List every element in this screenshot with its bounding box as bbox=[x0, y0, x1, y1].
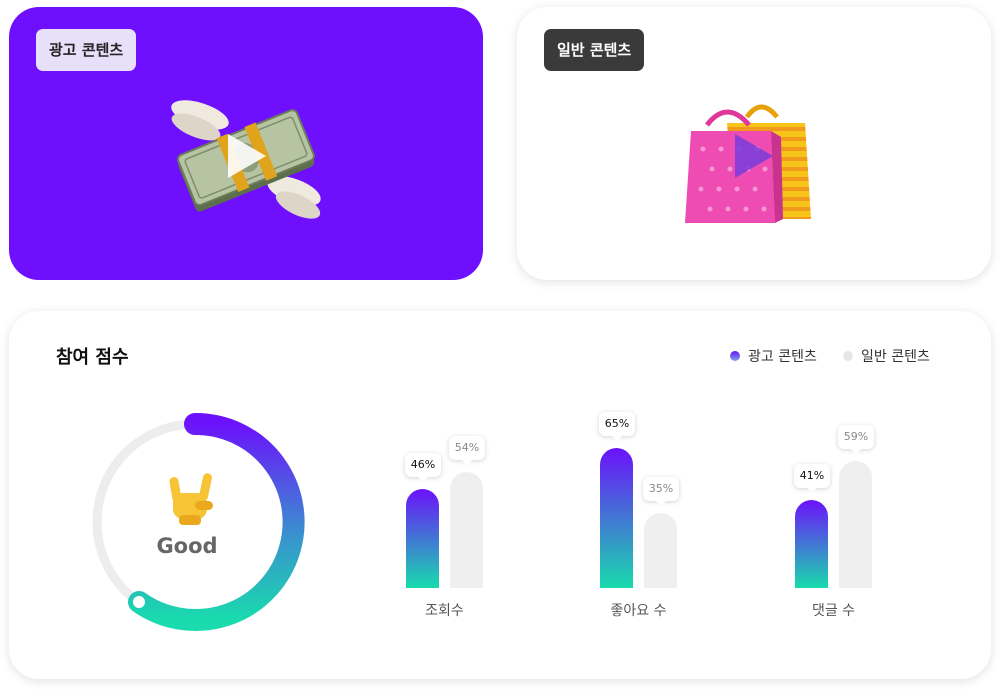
bar-ad-1 bbox=[406, 489, 439, 588]
bar-general-1 bbox=[450, 471, 483, 588]
bar-ad-2 bbox=[600, 448, 633, 588]
bar-ad-value-2: 65% bbox=[599, 412, 635, 442]
bar-ad-value-1: 46% bbox=[405, 453, 441, 483]
legend-item-ad: 광고 콘텐츠 bbox=[730, 346, 817, 366]
bar-general-value-3: 59% bbox=[838, 425, 874, 455]
bar-general-value-1: 54% bbox=[449, 435, 485, 465]
legend-label-general: 일반 콘텐츠 bbox=[861, 349, 930, 365]
bar-general-2 bbox=[644, 512, 677, 588]
bar-ad-value-3: 41% bbox=[794, 463, 830, 493]
general-content-card[interactable]: 일반 콘텐츠 bbox=[517, 7, 991, 280]
x-axis-label-1: 조회수 bbox=[425, 603, 464, 619]
engagement-score-panel: 참여 점수 광고 콘텐츠 일반 콘텐츠 Good 46% 54% 조회수 65% 35%… bbox=[9, 311, 991, 679]
general-play-icon[interactable] bbox=[735, 134, 773, 178]
ad-content-badge: 광고 콘텐츠 bbox=[36, 29, 137, 71]
x-axis-label-3: 댓글 수 bbox=[811, 603, 856, 619]
bar-general-3 bbox=[839, 461, 872, 588]
ad-content-card[interactable]: 광고 콘텐츠 bbox=[9, 7, 483, 280]
bar-ad-3 bbox=[795, 499, 828, 588]
legend-dot-general bbox=[843, 351, 853, 361]
gauge-rating-label: Good bbox=[156, 534, 218, 558]
rock-on-hand-icon bbox=[169, 473, 213, 525]
x-axis-label-2: 좋아요 수 bbox=[610, 603, 667, 619]
panel-title: 참여 점수 bbox=[56, 347, 129, 368]
bar-general-value-2: 35% bbox=[643, 476, 679, 506]
general-content-badge: 일반 콘텐츠 bbox=[544, 29, 645, 71]
legend-label-ad: 광고 콘텐츠 bbox=[748, 349, 817, 365]
ad-play-icon[interactable] bbox=[228, 134, 266, 178]
legend-dot-ad bbox=[730, 351, 740, 361]
legend-item-general: 일반 콘텐츠 bbox=[843, 346, 930, 366]
